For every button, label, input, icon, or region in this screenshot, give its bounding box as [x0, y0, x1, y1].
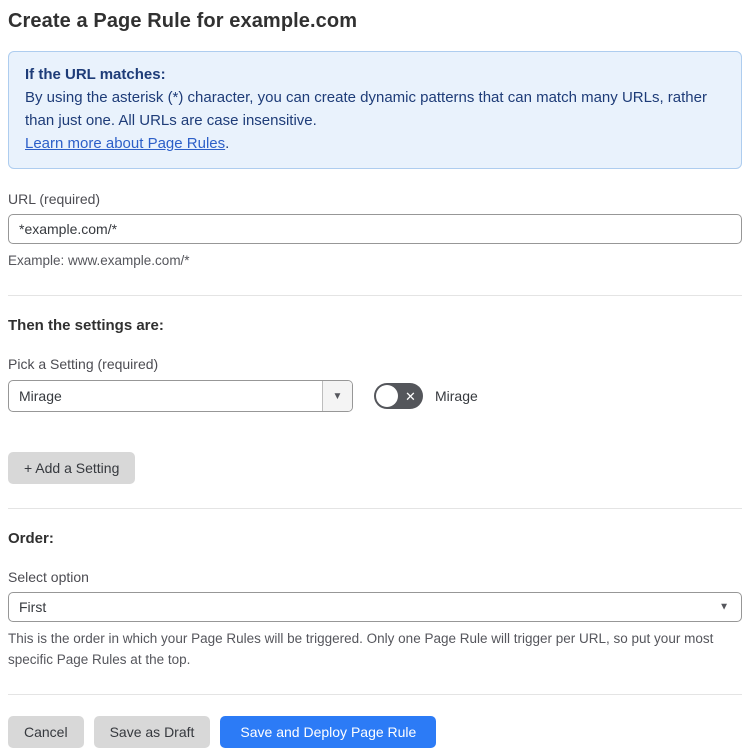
save-as-draft-button[interactable]: Save as Draft — [93, 716, 211, 748]
chevron-down-icon: ▼ — [719, 601, 729, 613]
order-select[interactable]: First ▼ — [8, 592, 742, 622]
chevron-down-icon: ▼ — [332, 390, 343, 402]
info-box-heading: If the URL matches: — [25, 66, 166, 83]
setting-select-arrow-button[interactable]: ▼ — [322, 381, 352, 411]
footer-divider — [8, 694, 742, 695]
info-box-link-line: Learn more about Page Rules. — [25, 132, 725, 155]
setting-select[interactable]: Mirage ▼ — [8, 380, 353, 412]
create-page-rule-panel: Create a Page Rule for example.com If th… — [0, 0, 750, 748]
url-example-helper: Example: www.example.com/* — [8, 253, 190, 268]
mirage-toggle[interactable]: ✕ — [374, 383, 423, 409]
settings-section-heading: Then the settings are: — [8, 317, 164, 334]
toggle-knob — [376, 385, 398, 407]
toggle-label: Mirage — [435, 388, 478, 404]
section-divider — [8, 295, 742, 296]
order-select-value: First — [19, 599, 47, 615]
order-section-heading: Order: — [8, 530, 54, 547]
url-field-label: URL (required) — [8, 191, 101, 207]
url-match-info-box: If the URL matches: By using the asteris… — [8, 51, 742, 169]
order-helper-text: This is the order in which your Page Rul… — [8, 631, 714, 667]
section-divider — [8, 508, 742, 509]
add-setting-button[interactable]: + Add a Setting — [8, 452, 136, 484]
link-period: . — [225, 135, 230, 152]
order-select-label: Select option — [8, 569, 89, 585]
toggle-off-x-icon: ✕ — [405, 388, 416, 404]
page-title: Create a Page Rule for example.com — [8, 10, 358, 32]
cancel-button[interactable]: Cancel — [8, 716, 84, 748]
pick-setting-label: Pick a Setting (required) — [8, 356, 159, 372]
save-and-deploy-button[interactable]: Save and Deploy Page Rule — [220, 716, 437, 748]
learn-more-link[interactable]: Learn more about Page Rules — [25, 135, 225, 152]
footer-actions: Cancel Save as Draft Save and Deploy Pag… — [8, 716, 742, 748]
setting-select-value: Mirage — [19, 388, 62, 404]
url-input[interactable] — [8, 214, 742, 244]
info-box-body: By using the asterisk (*) character, you… — [25, 89, 707, 129]
setting-row: Mirage ▼ ✕ Mirage — [8, 380, 742, 412]
